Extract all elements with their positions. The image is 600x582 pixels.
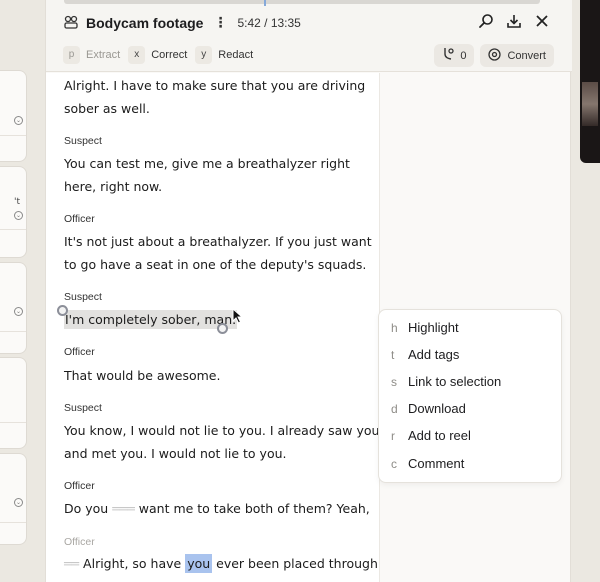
convert-button[interactable]: Convert — [480, 44, 554, 67]
menu-item-add-tags[interactable]: t Add tags — [391, 347, 459, 362]
transcript-line[interactable]: Alright. I have to make sure that you ar… — [64, 78, 365, 93]
shortcut-key: r — [391, 428, 395, 443]
chevron-icon[interactable]: ⌄ — [14, 211, 23, 220]
transcript-line[interactable]: to go have a seat in one of the deputy's… — [64, 257, 366, 272]
extract-button[interactable]: p Extract — [63, 46, 120, 64]
left-card-fragment: 't — [13, 197, 20, 207]
shortcut-key: s — [391, 374, 397, 389]
text-selection[interactable]: I'm completely sober, man. — [64, 310, 238, 329]
left-card[interactable]: ⌄ — [0, 70, 27, 162]
left-card[interactable]: 't ⌄ — [0, 166, 27, 258]
shortcut-key: c — [391, 456, 397, 471]
correct-button[interactable]: x Correct — [128, 46, 187, 64]
transcript-line[interactable]: Do you ═══ want me to take both of them?… — [64, 501, 370, 516]
menu-item-link-to-selection[interactable]: s Link to selection — [391, 374, 501, 389]
word-run[interactable]: Do you — [64, 501, 108, 516]
shortcut-key: t — [391, 347, 395, 362]
selected-line[interactable]: I'm completely sober, man. — [64, 310, 238, 329]
selection-end-handle[interactable] — [217, 323, 228, 334]
left-card[interactable] — [0, 357, 27, 449]
page-title: Bodycam footage — [86, 15, 204, 31]
transcript-line[interactable]: It's not just about a breathalyzer. If y… — [64, 234, 372, 249]
word-run[interactable]: Alright, so have — [83, 556, 181, 571]
shortcut-key: h — [391, 320, 398, 335]
speaker-label[interactable]: Officer — [64, 480, 95, 492]
shortcut-key: d — [391, 401, 398, 416]
left-card[interactable]: ⌄ — [0, 453, 27, 545]
speaker-label[interactable]: Suspect — [64, 402, 102, 414]
convert-icon — [488, 47, 502, 64]
menu-item-label: Link to selection — [408, 374, 502, 389]
close-icon[interactable] — [534, 12, 550, 30]
extract-label: Extract — [86, 49, 121, 61]
convert-label: Convert — [507, 49, 546, 62]
speaker-label[interactable]: Officer — [64, 213, 95, 225]
speaker-label[interactable]: Officer — [64, 536, 95, 548]
redact-button[interactable]: y Redact — [195, 46, 253, 64]
menu-item-highlight[interactable]: h Highlight — [391, 320, 459, 335]
more-options-icon[interactable]: ⋮ — [213, 15, 227, 31]
selection-start-handle[interactable] — [57, 305, 68, 316]
correct-label: Correct — [151, 49, 188, 61]
left-card[interactable]: ⌄ — [0, 262, 27, 354]
selection-context-menu: h Highlight t Add tags s Link to selecti… — [378, 309, 562, 483]
panel-header: Bodycam footage ⋮ 5:42 / 13:35 p Extract… — [46, 0, 572, 72]
transcript-line[interactable]: here, right now. — [64, 179, 162, 194]
menu-item-label: Highlight — [408, 320, 459, 335]
speaker-count: 0 — [460, 49, 467, 62]
menu-item-label: Comment — [408, 456, 465, 471]
menu-item-label: Download — [408, 401, 466, 416]
word-run[interactable]: want me to take both of them? Yeah, — [139, 501, 370, 516]
menu-item-comment[interactable]: c Comment — [391, 456, 464, 471]
playback-progress[interactable] — [64, 0, 540, 6]
timecode: 5:42 / 13:35 — [237, 16, 301, 30]
shortcut-key: y — [195, 46, 213, 64]
transcript-line[interactable]: You can test me, give me a breathalyzer … — [64, 156, 350, 171]
playhead[interactable] — [264, 0, 266, 6]
speaker-count-button[interactable]: 0 — [434, 44, 475, 67]
menu-item-label: Add to reel — [408, 428, 471, 443]
redacted-word[interactable]: ══ — [64, 556, 79, 571]
transcript-line[interactable]: ══ Alright, so have you ever been placed… — [64, 554, 378, 573]
transcript-line[interactable]: and met you. I would not lie to you. — [64, 446, 287, 461]
speaker-label[interactable]: Suspect — [64, 291, 102, 303]
shortcut-key: p — [63, 46, 80, 64]
chevron-icon[interactable]: ⌄ — [14, 498, 23, 507]
video-thumbnail[interactable] — [580, 0, 600, 163]
highlighted-word[interactable]: you — [185, 554, 213, 573]
redacted-word[interactable]: ═══ — [112, 501, 135, 516]
chevron-icon[interactable]: ⌄ — [14, 307, 23, 316]
transcript-panel: Bodycam footage ⋮ 5:42 / 13:35 p Extract… — [45, 0, 572, 582]
word-run[interactable]: ever been placed through — [216, 556, 378, 571]
chevron-icon[interactable]: ⌄ — [14, 116, 23, 125]
menu-item-add-to-reel[interactable]: r Add to reel — [391, 428, 471, 443]
transcript-body[interactable]: Alright. I have to make sure that you ar… — [46, 73, 380, 582]
menu-item-label: Add tags — [408, 347, 460, 362]
people-icon — [64, 14, 78, 33]
transcript-line[interactable]: sober as well. — [64, 101, 150, 116]
shortcut-key: x — [128, 46, 146, 64]
search-icon[interactable] — [478, 12, 494, 30]
transcript-line[interactable]: You know, I would not lie to you. I alre… — [64, 423, 379, 438]
redact-label: Redact — [218, 49, 254, 61]
speaker-split-icon — [442, 47, 454, 64]
mouse-cursor-icon — [232, 307, 244, 328]
speaker-label[interactable]: Officer — [64, 346, 95, 358]
transcript-line[interactable]: That would be awesome. — [64, 368, 220, 383]
menu-item-download[interactable]: d Download — [391, 401, 466, 416]
speaker-label[interactable]: Suspect — [64, 135, 102, 147]
download-icon[interactable] — [506, 12, 522, 30]
action-bar: p Extract x Correct y Redact — [63, 46, 253, 64]
